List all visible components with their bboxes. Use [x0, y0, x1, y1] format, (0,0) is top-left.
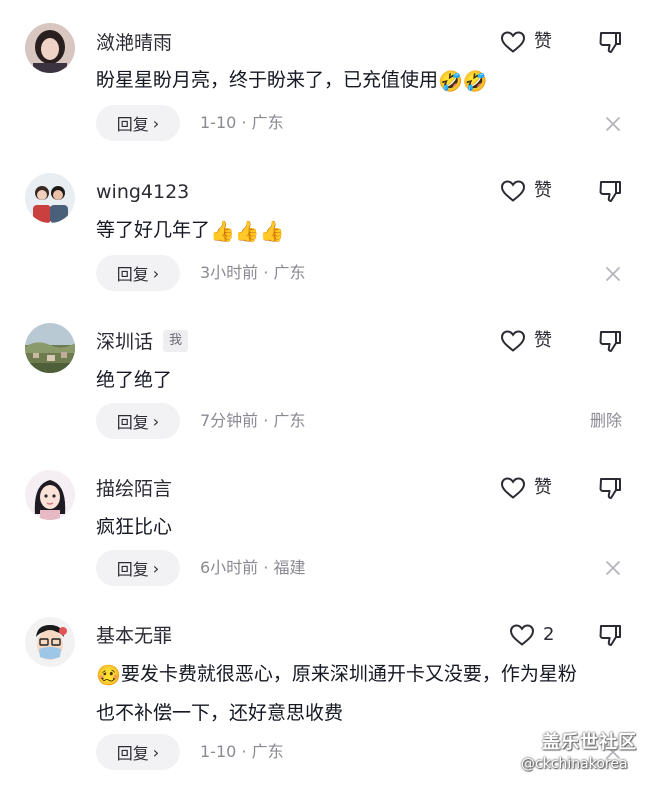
dislike-button[interactable]	[597, 476, 623, 500]
reply-button[interactable]: 回复 ›	[96, 403, 180, 439]
username[interactable]: 潋滟晴雨	[96, 31, 172, 55]
woozy-emoji: 🥴	[96, 663, 121, 687]
like-label: 赞	[534, 330, 552, 351]
reply-label: 回复	[116, 265, 149, 284]
avatar-cartoon-man-mask-icon	[25, 617, 75, 667]
chevron-right-icon: ›	[152, 113, 160, 133]
close-button[interactable]	[603, 264, 623, 284]
like-label: 赞	[534, 31, 552, 52]
comment-meta: 1-10 · 广东	[200, 742, 284, 761]
delete-button[interactable]: 删除	[590, 403, 622, 439]
self-tag: 我	[163, 330, 189, 352]
reply-button[interactable]: 回复 ›	[96, 550, 180, 586]
reply-button[interactable]: 回复 ›	[96, 105, 180, 141]
avatar[interactable]	[25, 23, 75, 73]
dislike-button[interactable]	[597, 329, 623, 353]
reply-label: 回复	[116, 744, 149, 763]
like-count: 2	[543, 624, 555, 645]
laughing-emoji: 🤣🤣	[438, 69, 488, 93]
thumbs-down-icon	[599, 625, 621, 646]
avatar[interactable]	[25, 173, 75, 223]
heart-icon	[509, 624, 535, 646]
dislike-button[interactable]	[597, 623, 623, 647]
close-icon	[606, 267, 620, 281]
reply-label: 回复	[116, 413, 149, 432]
watermark-handle: @ckchinakorea	[521, 756, 628, 772]
thumbs-down-icon	[599, 181, 621, 202]
avatar[interactable]	[25, 323, 75, 373]
comment-text: 盼星星盼月亮，终于盼来了，已充值使用🤣🤣	[96, 61, 631, 100]
avatar[interactable]	[25, 617, 75, 667]
thumbs-down-icon	[599, 32, 621, 53]
comment-text: 疯狂比心	[96, 516, 173, 538]
comment-text: 等了好几年了👍👍👍	[96, 211, 631, 250]
comment-meta: 3小时前 · 广东	[200, 263, 306, 282]
reply-label: 回复	[116, 560, 149, 579]
avatar-woman-photo-icon	[25, 23, 75, 73]
avatar-cartoon-girl-icon	[25, 470, 75, 520]
comment-text: 🥴要发卡费就很恶心，原来深圳通开卡又没要，作为星粉 也不补偿一下，还好意思收费	[96, 655, 631, 732]
like-button[interactable]: 赞	[500, 179, 552, 203]
thumbs-up-emoji: 👍👍👍	[210, 219, 285, 243]
like-button[interactable]: 2	[509, 623, 554, 647]
username[interactable]: 基本无罪	[96, 624, 172, 648]
chevron-right-icon: ›	[152, 558, 160, 578]
avatar-couple-photo-icon	[25, 173, 75, 223]
reply-label: 回复	[116, 115, 149, 134]
thumbs-down-icon	[599, 478, 621, 499]
close-button[interactable]	[603, 114, 623, 134]
like-label: 赞	[534, 180, 552, 201]
thumbs-down-icon	[599, 331, 621, 352]
heart-icon	[500, 31, 526, 53]
like-button[interactable]: 赞	[500, 329, 552, 353]
dislike-button[interactable]	[597, 30, 623, 54]
username[interactable]: 深圳话	[96, 330, 153, 354]
like-button[interactable]: 赞	[500, 476, 552, 500]
heart-icon	[500, 330, 526, 352]
avatar[interactable]	[25, 470, 75, 520]
reply-button[interactable]: 回复 ›	[96, 255, 180, 291]
username[interactable]: wing4123	[96, 180, 189, 204]
heart-icon	[500, 477, 526, 499]
watermark-site: 盖乐世社区	[542, 732, 637, 753]
close-icon	[606, 117, 620, 131]
chevron-right-icon: ›	[152, 411, 160, 431]
close-button[interactable]	[603, 558, 623, 578]
chevron-right-icon: ›	[152, 742, 160, 762]
avatar-landscape-photo-icon	[25, 323, 75, 373]
comment-meta: 1-10 · 广东	[200, 113, 284, 132]
close-icon	[606, 561, 620, 575]
username[interactable]: 描绘陌言	[96, 477, 172, 501]
like-button[interactable]: 赞	[500, 30, 552, 54]
reply-button[interactable]: 回复 ›	[96, 734, 180, 770]
heart-icon	[500, 180, 526, 202]
like-label: 赞	[534, 477, 552, 498]
comment-meta: 6小时前 · 福建	[200, 558, 306, 577]
comment-text: 绝了绝了	[96, 369, 173, 391]
chevron-right-icon: ›	[152, 263, 160, 283]
comment-meta: 7分钟前 · 广东	[200, 411, 306, 430]
dislike-button[interactable]	[597, 179, 623, 203]
